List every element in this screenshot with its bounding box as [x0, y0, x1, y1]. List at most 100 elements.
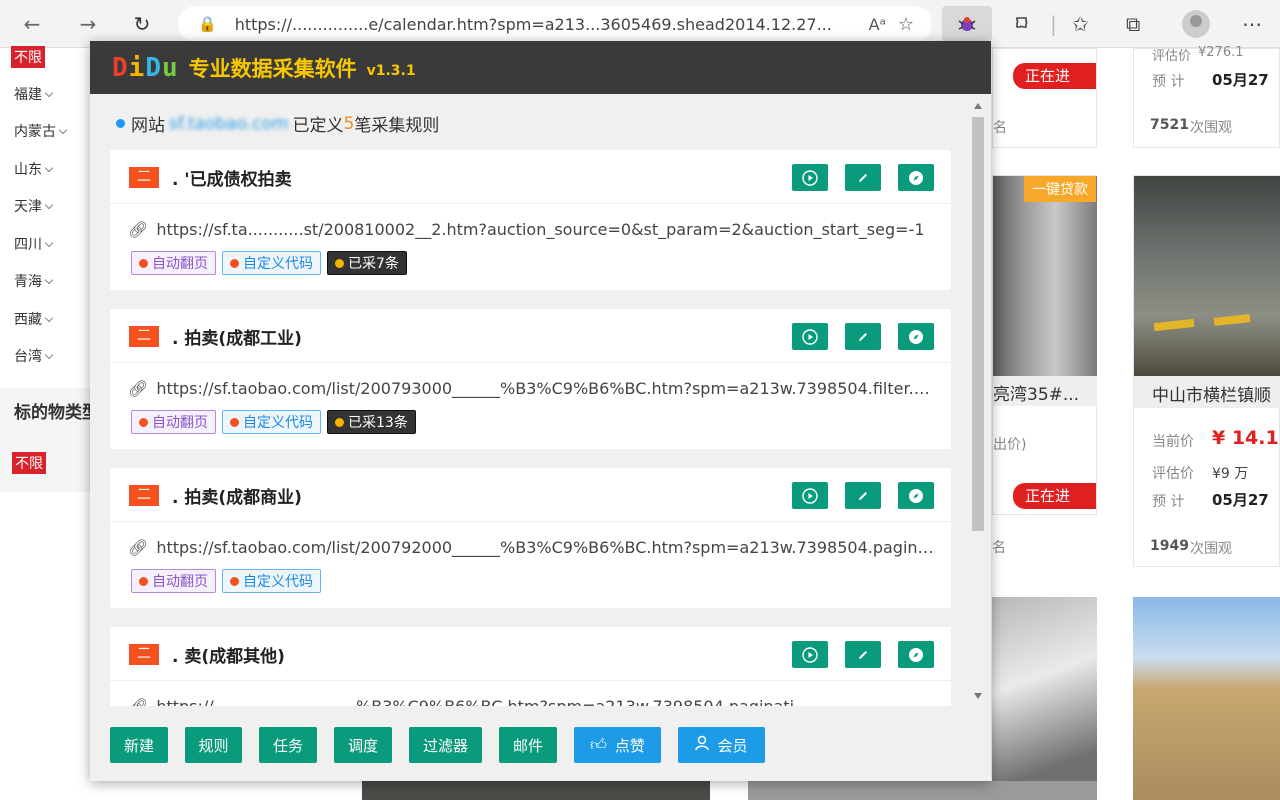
custom-code-tag: 自定义代码 [222, 410, 321, 434]
loan-badge[interactable]: 一键贷款 [1024, 176, 1096, 202]
province-neimenggu[interactable]: 内蒙古 [14, 121, 66, 141]
auction-card-2[interactable]: 中山市横栏镇顺 当前价 ¥ 14.1 评估价 ¥9 万 预 计 05月27 19… [1133, 175, 1280, 567]
run-button[interactable] [792, 164, 828, 191]
play-icon [802, 169, 818, 186]
edit-button[interactable] [845, 323, 881, 350]
province-taiwan[interactable]: 台湾 [14, 346, 52, 366]
property-photo-2 [1134, 176, 1280, 376]
panel-footer: 新建 规则 任务 调度 过滤器 邮件 👍︎ 点赞 会员 [110, 727, 765, 763]
partial-text: 名 [993, 120, 1007, 136]
property-photo-6[interactable] [748, 781, 1097, 800]
province-shandong[interactable]: 山东 [14, 159, 52, 179]
edit-button[interactable] [845, 164, 881, 191]
cur-price-value: ¥ 14.1 [1212, 427, 1279, 449]
property-title-2[interactable]: 中山市横栏镇顺 [1134, 376, 1280, 408]
section-title: 标的物类型 [14, 403, 91, 423]
open-link-button[interactable] [898, 641, 934, 668]
tasks-button[interactable]: 任务 [259, 727, 317, 763]
thumbs-up-icon: 👍︎ [590, 735, 607, 754]
property-photo-5[interactable] [362, 781, 710, 800]
mail-button[interactable]: 邮件 [499, 727, 557, 763]
property-photo-3[interactable] [992, 597, 1097, 800]
rules-button[interactable]: 规则 [185, 727, 242, 763]
property-title[interactable]: 亮湾35#... [993, 376, 1097, 406]
tag-label: 自动翻页 [152, 574, 208, 590]
site-mid: 已定义 [292, 116, 344, 136]
auction-card-partial-2[interactable]: 一键贷款 亮湾35#... 出价) 正在进行 [992, 175, 1097, 531]
rule-url[interactable]: 🔗︎ https://sf.ta...........st/200810002__… [128, 220, 934, 239]
open-link-button[interactable] [898, 323, 934, 350]
auction-card[interactable]: 评估价 ¥276.1 预 计 05月27 7521 次围观 [1133, 45, 1280, 148]
link-icon: 🔗︎ [128, 697, 148, 706]
rule-url-text: https://sf.ta...........st/200810002__2.… [156, 220, 925, 239]
filter-button[interactable]: 过滤器 [409, 727, 482, 763]
favorites-icon[interactable]: ✩ [1072, 12, 1089, 36]
edit-button[interactable] [845, 641, 881, 668]
status-badge-2: 正在进行 [1013, 483, 1096, 531]
rule-url[interactable]: 🔗︎ https://sf.taobao.com/list/200792000__… [128, 538, 934, 557]
open-link-button[interactable] [898, 482, 934, 509]
filter-all-tag-2[interactable]: 不限 [12, 452, 46, 474]
plan-date: 05月27 [1212, 71, 1269, 89]
more-menu-icon[interactable]: ⋯ [1242, 12, 1262, 36]
status-badge: 正在进行 [1013, 63, 1096, 111]
rule-count: 5 [343, 113, 355, 134]
rule-card: 二 . 拍卖(成都商业) 🔗︎ https://sf.taobao.com/lis… [110, 468, 951, 608]
plan-label: 预 计 [1152, 74, 1185, 90]
tag-label: 已采7条 [348, 256, 399, 272]
new-button[interactable]: 新建 [110, 727, 168, 763]
dida-extension-icon[interactable] [942, 6, 992, 42]
add-favorite-icon[interactable]: ☆ [898, 14, 914, 35]
edit-button[interactable] [845, 482, 881, 509]
scroll-down-icon[interactable] [974, 693, 982, 699]
reload-button[interactable]: ↻ [126, 8, 158, 40]
filter-all-tag[interactable]: 不限 [11, 46, 45, 68]
custom-code-tag: 自定义代码 [222, 569, 321, 593]
schedule-button[interactable]: 调度 [334, 727, 392, 763]
pencil-icon [859, 173, 867, 182]
rule-name: . 拍卖(成都工业) [172, 329, 302, 349]
address-bar[interactable]: 🔒 https://...............e/calendar.htm?… [178, 6, 932, 42]
auction-card-partial[interactable]: 正在进行 名 [992, 48, 1097, 148]
collections-icon[interactable]: ⧉ [1126, 12, 1140, 36]
play-icon [802, 646, 818, 663]
link-icon: 🔗︎ [128, 538, 149, 557]
compass-icon [909, 647, 923, 662]
property-photo-4[interactable] [1133, 597, 1280, 800]
scroll-thumb[interactable] [972, 117, 984, 531]
dida-plugin-panel: DiDu 专业数据采集软件 v1.3.1 网站 sf.taobao.com 已定… [90, 41, 991, 781]
panel-scrollbar[interactable] [970, 99, 986, 703]
province-xizang[interactable]: 西藏 [14, 309, 52, 329]
province-sichuan[interactable]: 四川 [14, 234, 52, 254]
compass-icon [909, 488, 923, 503]
logo-letter: D [145, 52, 162, 83]
province-qinghai[interactable]: 青海 [14, 271, 52, 291]
category-section: 标的物类型 不限 [0, 388, 91, 492]
rule-name: . 拍卖(成都商业) [172, 488, 302, 508]
rule-header: 二 . 卖(成都其他) [110, 627, 951, 681]
rule-url[interactable]: 🔗︎ https://............................%B… [128, 697, 934, 706]
province-fujian[interactable]: 福建 [14, 84, 52, 104]
back-button[interactable]: ← [16, 8, 48, 40]
rule-card: 二 . 卖(成都其他) 🔗︎ https://..................… [110, 627, 951, 706]
open-link-button[interactable] [898, 164, 934, 191]
url-text[interactable]: https://...............e/calendar.htm?sp… [235, 15, 857, 34]
like-button[interactable]: 👍︎ 点赞 [574, 727, 661, 763]
forward-button[interactable]: → [72, 8, 104, 40]
rule-url[interactable]: 🔗︎ https://sf.taobao.com/list/200793000__… [128, 379, 934, 398]
run-button[interactable] [792, 323, 828, 350]
rule-card: 二 . 拍卖(成都工业) 🔗︎ https://sf.taobao.com/lis… [110, 309, 951, 449]
member-label: 会员 [717, 736, 748, 755]
profile-avatar[interactable] [1182, 10, 1210, 38]
auto-page-tag: 自动翻页 [131, 569, 216, 593]
run-button[interactable] [792, 482, 828, 509]
member-button[interactable]: 会员 [678, 727, 765, 763]
rule-header: 二 . 拍卖(成都工业) [110, 309, 951, 363]
run-button[interactable] [792, 641, 828, 668]
scroll-up-icon[interactable] [974, 103, 982, 109]
link-icon: 🔗︎ [128, 220, 149, 239]
read-aloud-icon[interactable]: Aᵃ [869, 15, 886, 34]
extensions-icon[interactable] [1011, 12, 1033, 39]
toolbar-divider: | [1050, 12, 1057, 36]
province-tianjin[interactable]: 天津 [14, 196, 52, 216]
